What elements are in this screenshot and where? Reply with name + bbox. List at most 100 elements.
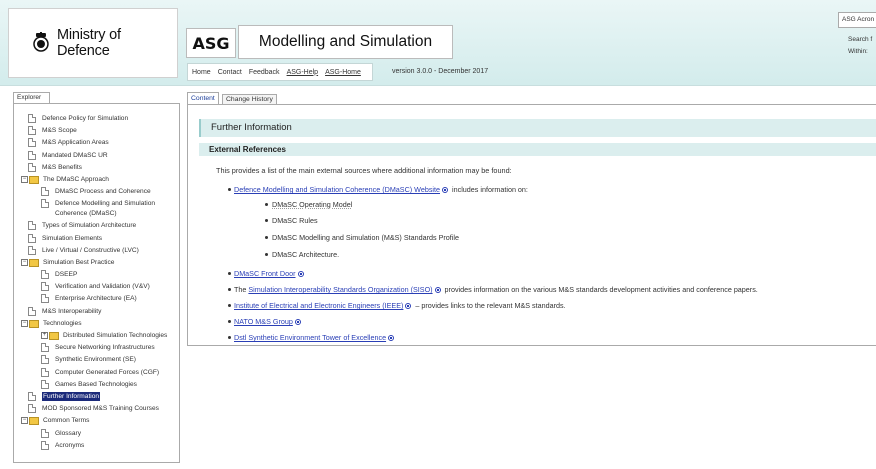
tree-item[interactable]: − Technologies <box>21 319 178 331</box>
document-icon <box>41 294 49 304</box>
tree-item[interactable]: DSEEP <box>28 270 178 282</box>
tree-item[interactable]: Computer Generated Forces (CGF) <box>28 367 178 380</box>
tree-item-label: Verification and Validation (V&V) <box>55 283 150 291</box>
tree-item[interactable]: Simulation Elements <box>28 233 178 246</box>
folder-icon <box>29 417 39 426</box>
tree-item-label: Enterprise Architecture (EA) <box>55 295 137 303</box>
collapse-icon[interactable]: − <box>21 417 28 425</box>
external-link-icon[interactable] <box>297 271 304 278</box>
tree-item[interactable]: M&S Interoperability <box>28 306 178 319</box>
tree-item-label: Glossary <box>55 429 82 437</box>
nav-asg-home[interactable]: ASG-Home <box>325 69 361 76</box>
within-label: Within: <box>848 48 868 55</box>
sub-item-text: DMaSC Modelling and Simulation (M&S) Sta… <box>272 233 459 242</box>
external-link-icon[interactable] <box>442 187 449 194</box>
tree-item[interactable]: − Common Terms <box>21 416 178 428</box>
tree-item-label: Further Information <box>42 391 101 401</box>
document-icon <box>28 150 36 160</box>
tree-item-label: Common Terms <box>43 417 90 425</box>
tree-item[interactable]: − Simulation Best Practice <box>21 258 178 270</box>
tree-item[interactable]: Defence Modelling and Simulation Coheren… <box>28 199 178 221</box>
tree-item-label: MOD Sponsored M&S Training Courses <box>42 405 159 413</box>
sub-list-item: DMaSC Modelling and Simulation (M&S) Sta… <box>265 233 459 242</box>
asg-logo[interactable]: ASG <box>186 28 236 58</box>
ref-text: includes information on: <box>450 185 528 194</box>
document-icon <box>28 221 36 231</box>
page-title: Further Information <box>199 119 876 137</box>
external-link-icon[interactable] <box>434 287 441 294</box>
tree-item-label: Synthetic Environment (SE) <box>55 356 136 364</box>
org-name: Ministry of Defence <box>56 27 121 59</box>
folder-icon <box>29 258 39 267</box>
folder-icon <box>29 175 39 184</box>
document-icon <box>41 367 49 377</box>
ref-prefix: The <box>234 285 249 294</box>
expand-icon[interactable]: + <box>41 332 48 339</box>
list-item: The Simulation Interoperability Standard… <box>228 285 758 294</box>
tree-item[interactable]: Further Information <box>28 391 178 404</box>
link-nato-msg[interactable]: NATO M&S Group <box>234 317 293 326</box>
tree-item-label: M&S Benefits <box>42 163 82 171</box>
external-link-icon[interactable] <box>294 319 301 326</box>
intro-text: This provides a list of the main externa… <box>216 166 512 175</box>
sub-list-item: DMaSC Architecture. <box>265 250 339 259</box>
external-link-icon[interactable] <box>405 303 412 310</box>
tree-item[interactable]: Acronyms <box>28 440 178 453</box>
tree-item[interactable]: M&S Application Areas <box>28 138 178 150</box>
external-link-icon[interactable] <box>388 335 395 342</box>
tree-item[interactable]: Games Based Technologies <box>28 379 178 392</box>
collapse-icon[interactable]: − <box>21 319 28 327</box>
document-icon <box>28 138 36 148</box>
link-siso[interactable]: Simulation Interoperability Standards Or… <box>248 285 432 294</box>
tree-item-label: Defence Policy for Simulation <box>42 115 129 122</box>
link-dstl-se-toe[interactable]: Dstl Synthetic Environment Tower of Exce… <box>234 333 386 342</box>
link-dmasc-website[interactable]: Defence Modelling and Simulation Coheren… <box>234 185 440 194</box>
tree-item-label: Distributed Simulation Technologies <box>63 332 168 339</box>
tree-item[interactable]: Glossary <box>28 428 178 441</box>
tree-item[interactable]: Synthetic Environment (SE) <box>28 355 178 367</box>
tree-item-label: M&S Scope <box>42 127 77 135</box>
tree-item[interactable]: Types of Simulation Architecture <box>28 221 178 233</box>
link-dmasc-front-door[interactable]: DMaSC Front Door <box>234 269 296 278</box>
nav-home[interactable]: Home <box>192 69 211 76</box>
nav-feedback[interactable]: Feedback <box>249 69 280 76</box>
tree-item[interactable]: M&S Benefits <box>28 162 178 175</box>
tree-item-label: Types of Simulation Architecture <box>42 222 137 230</box>
nav-contact[interactable]: Contact <box>218 69 242 76</box>
tree-item-label: Acronyms <box>55 441 85 449</box>
tree-item[interactable]: M&S Scope <box>28 126 178 138</box>
search-input[interactable]: ASG Acron <box>838 12 876 28</box>
tree-item[interactable]: + Distributed Simulation Technologies <box>28 331 178 343</box>
list-item: NATO M&S Group <box>228 317 303 326</box>
document-icon <box>28 391 36 401</box>
document-icon <box>41 270 49 280</box>
tree-item[interactable]: MOD Sponsored M&S Training Courses <box>28 404 178 416</box>
tree-item[interactable]: Live / Virtual / Constructive (LVC) <box>28 245 178 258</box>
tree-item[interactable]: − The DMaSC Approach <box>21 175 178 187</box>
document-icon <box>41 355 49 365</box>
header: Ministry of Defence ASG Modelling and Si… <box>0 0 876 86</box>
tree-item[interactable]: Verification and Validation (V&V) <box>28 282 178 294</box>
document-icon <box>41 187 49 197</box>
tree-item-label: DMaSC Process and Coherence <box>55 188 151 196</box>
tree-item[interactable]: Defence Policy for Simulation <box>28 114 178 126</box>
document-icon <box>41 440 49 450</box>
list-item: Defence Modelling and Simulation Coheren… <box>228 185 528 194</box>
ref-text: – provides links to the relevant M&S sta… <box>413 301 566 310</box>
tree-item[interactable]: Mandated DMaSC UR <box>28 150 178 163</box>
document-icon <box>41 428 49 438</box>
collapse-icon[interactable]: − <box>21 175 28 183</box>
nav-asg-help[interactable]: ASG-Help <box>287 69 319 76</box>
document-icon <box>41 282 49 292</box>
sub-list-item: DMaSC Operating Model <box>265 200 352 209</box>
tree-item[interactable]: Enterprise Architecture (EA) <box>28 294 178 306</box>
document-icon <box>41 379 49 389</box>
version-text: version 3.0.0 - December 2017 <box>392 68 489 75</box>
link-ieee[interactable]: Institute of Electrical and Electronic E… <box>234 301 403 310</box>
tree-item[interactable]: DMaSC Process and Coherence <box>28 187 178 199</box>
tree-item-label: Secure Networking Infrastructures <box>55 344 155 352</box>
tree-item-label: Games Based Technologies <box>55 380 137 388</box>
tree-item[interactable]: Secure Networking Infrastructures <box>28 343 178 355</box>
collapse-icon[interactable]: − <box>21 258 28 266</box>
mod-logo[interactable]: Ministry of Defence <box>8 8 178 78</box>
